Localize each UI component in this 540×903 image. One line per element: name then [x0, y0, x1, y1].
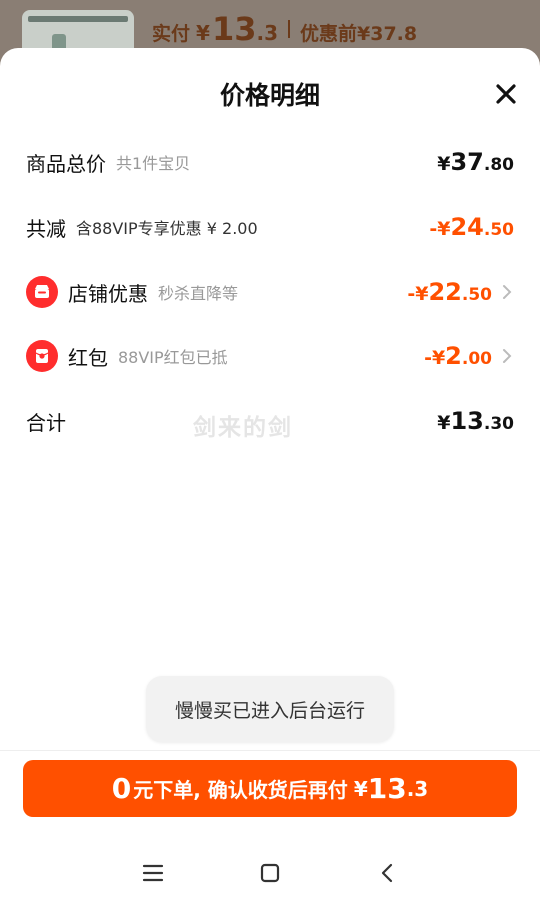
chevron-right-icon [503, 349, 512, 363]
chevron-right-icon [503, 285, 512, 299]
row-label: 合计 [26, 410, 66, 435]
row-label: 店铺优惠 [68, 281, 148, 306]
background-price: 实付 ¥ 13 .3 优惠前 ¥37.8 [152, 10, 417, 48]
row-sub: 88VIP红包已抵 [118, 348, 228, 367]
watermark-text: 剑来的剑 [193, 415, 293, 441]
red-packet-icon [26, 340, 58, 372]
row-amount: -¥ 24 .50 [429, 213, 514, 241]
cta-amount-dec: .3 [406, 776, 429, 801]
price-separator [287, 20, 290, 38]
amount-dec: .80 [483, 155, 514, 175]
close-icon[interactable] [492, 80, 520, 108]
prev-price: ¥37.8 [357, 23, 418, 45]
row-sub: 含88VIP专享优惠 ¥ 2.00 [76, 219, 258, 238]
confirm-order-button[interactable]: 0 元下单, 确认收货后再付 ¥ 13 .3 [23, 760, 517, 817]
row-label: 共减 [26, 216, 66, 241]
amount-int: 22 [428, 278, 462, 306]
system-navbar [0, 843, 540, 903]
divider [0, 750, 540, 751]
amount-dec: .30 [483, 414, 514, 434]
row-amount: ¥ 13 .30 [437, 407, 514, 435]
amount-currency: -¥ [407, 283, 429, 305]
amount-currency: -¥ [429, 218, 451, 240]
row-amount: -¥ 2 .00 [424, 342, 492, 370]
row-sub: 共1件宝贝 [116, 154, 191, 173]
cta-text: 元下单, 确认收货后再付 [133, 778, 348, 802]
amount-int: 37 [450, 148, 484, 176]
amount-currency: -¥ [424, 347, 446, 369]
cta-zero: 0 [111, 772, 132, 805]
row-sub: 秒杀直降等 [158, 284, 239, 303]
price-label: 实付 [152, 23, 191, 45]
amount-currency: ¥ [437, 412, 451, 434]
amount-int: 2 [445, 342, 462, 370]
price-currency: ¥ [196, 21, 210, 45]
home-icon[interactable] [250, 853, 290, 893]
row-label: 商品总价 [26, 151, 106, 176]
amount-int: 24 [450, 213, 484, 241]
back-icon[interactable] [367, 853, 407, 893]
row-label: 红包 [68, 345, 108, 370]
amount-dec: .50 [461, 285, 492, 305]
menu-icon[interactable] [133, 853, 173, 893]
row-product-total: 商品总价 共1件宝贝 ¥ 37 .80 [26, 142, 514, 182]
price-int: 13 [211, 10, 257, 48]
amount-dec: .50 [483, 220, 514, 240]
toast-message: 慢慢买已进入后台运行 [146, 676, 394, 742]
price-dec: .3 [256, 21, 278, 45]
amount-dec: .00 [461, 349, 492, 369]
amount-currency: ¥ [437, 153, 451, 175]
store-icon [26, 276, 58, 308]
sheet-title: 价格明细 [219, 81, 320, 110]
amount-int: 13 [450, 407, 484, 435]
row-red-packet[interactable]: 红包 88VIP红包已抵 -¥ 2 .00 [26, 336, 514, 376]
row-amount: ¥ 37 .80 [437, 148, 514, 176]
cta-amount-int: 13 [367, 772, 407, 805]
row-amount: -¥ 22 .50 [407, 278, 492, 306]
row-store-discount[interactable]: 店铺优惠 秒杀直降等 -¥ 22 .50 [26, 272, 514, 312]
prev-label: 优惠前 [299, 23, 357, 45]
cta-currency: ¥ [353, 776, 368, 801]
price-detail-sheet: 价格明细 商品总价 共1件宝贝 ¥ 37 .80 共减 含88VIP专享优惠 ¥… [0, 48, 540, 903]
row-total-discount: 共减 含88VIP专享优惠 ¥ 2.00 -¥ 24 .50 [26, 207, 514, 247]
